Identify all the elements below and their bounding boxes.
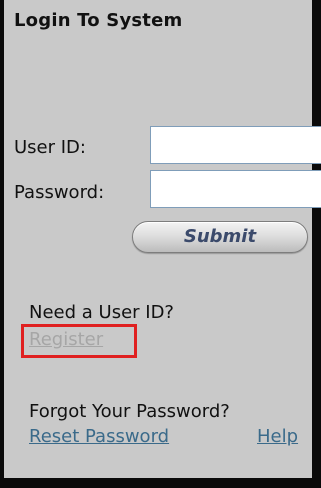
submit-button[interactable]: Submit (132, 221, 308, 253)
help-link[interactable]: Help (257, 426, 298, 447)
password-input[interactable] (150, 170, 321, 208)
register-link[interactable]: Register (29, 329, 103, 350)
login-panel: Login To System User ID: Password: Submi… (0, 0, 321, 488)
login-title: Login To System (14, 10, 183, 31)
bottom-border (4, 478, 312, 488)
password-label: Password: (14, 182, 105, 203)
reset-password-link[interactable]: Reset Password (29, 426, 169, 447)
user-id-input[interactable] (150, 126, 321, 164)
forgot-password-text: Forgot Your Password? (29, 401, 230, 422)
user-id-label: User ID: (14, 137, 86, 158)
need-user-id-text: Need a User ID? (29, 302, 174, 323)
